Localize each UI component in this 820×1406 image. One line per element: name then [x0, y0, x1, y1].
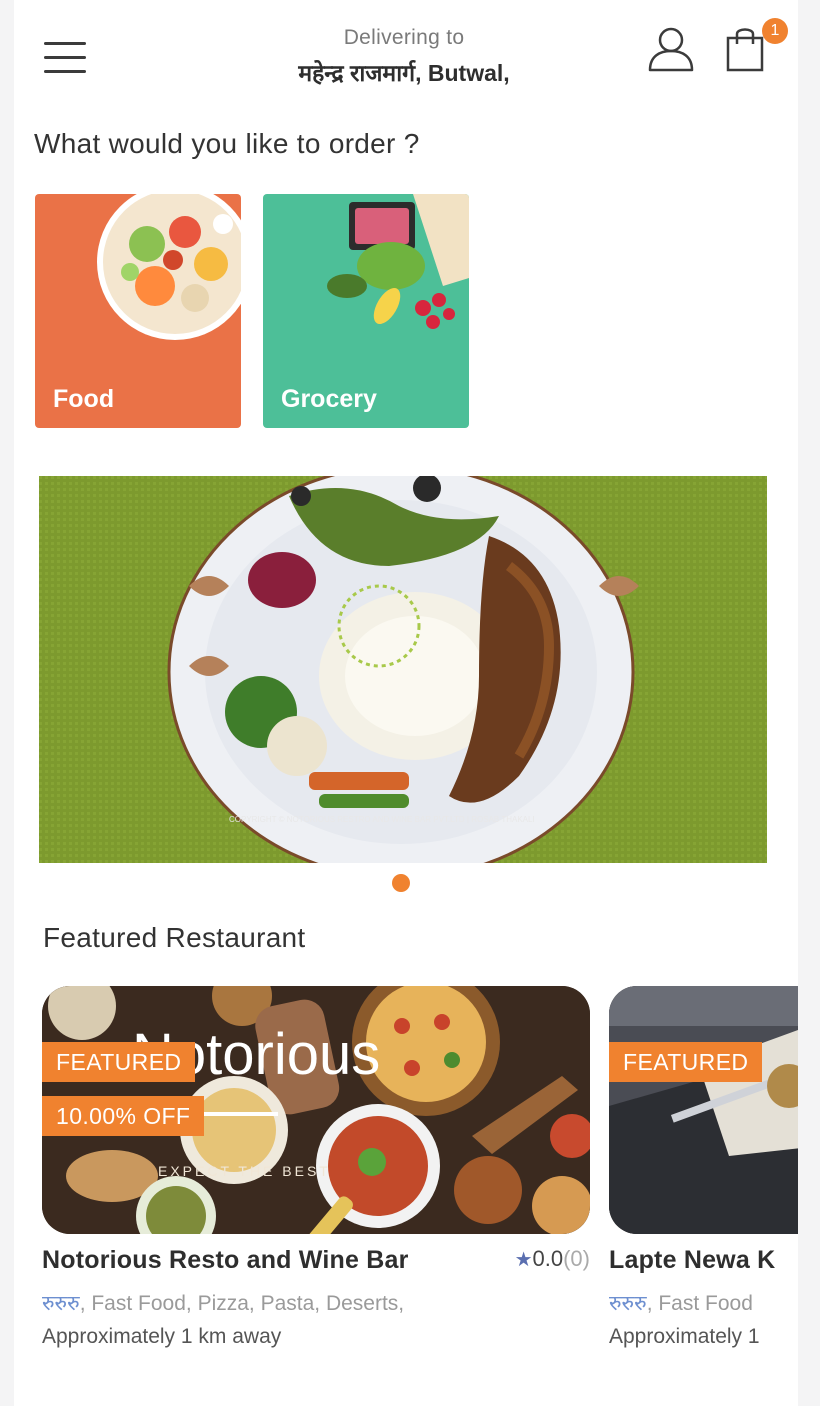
price-level: रुरुरु: [609, 1292, 647, 1315]
restaurant-rating: ★0.0(0): [515, 1246, 590, 1272]
cuisine-list: , Fast Food, Pizza, Pasta, Deserts,: [79, 1292, 405, 1315]
restaurant-image: FEATURED: [609, 986, 798, 1234]
menu-icon[interactable]: [44, 42, 86, 78]
featured-tag: FEATURED: [609, 1042, 763, 1082]
featured-restaurant-heading: Featured Restaurant: [43, 922, 306, 953]
restaurant-card[interactable]: Notorious EXPECT THE BEST FEATURED 10.00…: [42, 986, 590, 1349]
category-food-label: Food: [53, 385, 115, 413]
delivering-label: Delivering to: [343, 26, 465, 49]
restaurant-cuisines: रुरुरु, Fast Food: [609, 1289, 798, 1317]
restaurant-cuisines: रुरुरु, Fast Food, Pizza, Pasta, Deserts…: [42, 1289, 590, 1317]
app-screen: Delivering to महेन्द्र राजमार्ग, Butwal,…: [14, 0, 798, 1406]
restaurant-overlay-tagline: EXPECT THE BEST: [158, 1163, 331, 1179]
star-icon: ★: [514, 1249, 533, 1271]
user-icon[interactable]: [646, 24, 696, 74]
restaurant-image: Notorious EXPECT THE BEST FEATURED 10.00…: [42, 986, 590, 1234]
cuisine-list: , Fast Food: [646, 1292, 753, 1315]
category-grocery-card[interactable]: Grocery: [263, 194, 469, 428]
rating-count: (0): [563, 1246, 590, 1271]
delivery-address: महेन्द्र राजमार्ग, Butwal,: [298, 60, 510, 86]
banner-food-plate-image: COPYRIGHT © NOTORIOUS RESTRO AND WINE BA…: [39, 476, 767, 863]
carousel-dot-active[interactable]: [392, 874, 410, 892]
rating-value: 0.0: [532, 1246, 564, 1271]
featured-tag: FEATURED: [42, 1042, 196, 1082]
cart-count-badge: 1: [762, 18, 788, 44]
restaurant-distance: Approximately 1 km away: [42, 1325, 282, 1348]
restaurant-name: Lapte Newa K: [609, 1246, 776, 1274]
restaurant-name: Notorious Resto and Wine Bar: [42, 1246, 409, 1274]
category-grocery-label: Grocery: [281, 385, 377, 413]
price-level: रुरुरु: [42, 1292, 80, 1315]
restaurant-card[interactable]: FEATURED Lapte Newa K रुरुरु, Fast Food …: [609, 986, 798, 1349]
restaurant-distance: Approximately 1: [609, 1325, 760, 1348]
discount-tag: 10.00% OFF: [42, 1096, 205, 1136]
delivery-location[interactable]: Delivering to महेन्द्र राजमार्ग, Butwal,: [244, 26, 564, 88]
banner-watermark: COPYRIGHT © NOTORIOUS RESTRO AND WINE BA…: [229, 815, 535, 824]
order-question-heading: What would you like to order ?: [34, 128, 420, 159]
category-food-card[interactable]: Food: [35, 194, 241, 428]
promo-banner[interactable]: COPYRIGHT © NOTORIOUS RESTRO AND WINE BA…: [39, 476, 767, 863]
restaurant-dish-image: [609, 986, 798, 1234]
